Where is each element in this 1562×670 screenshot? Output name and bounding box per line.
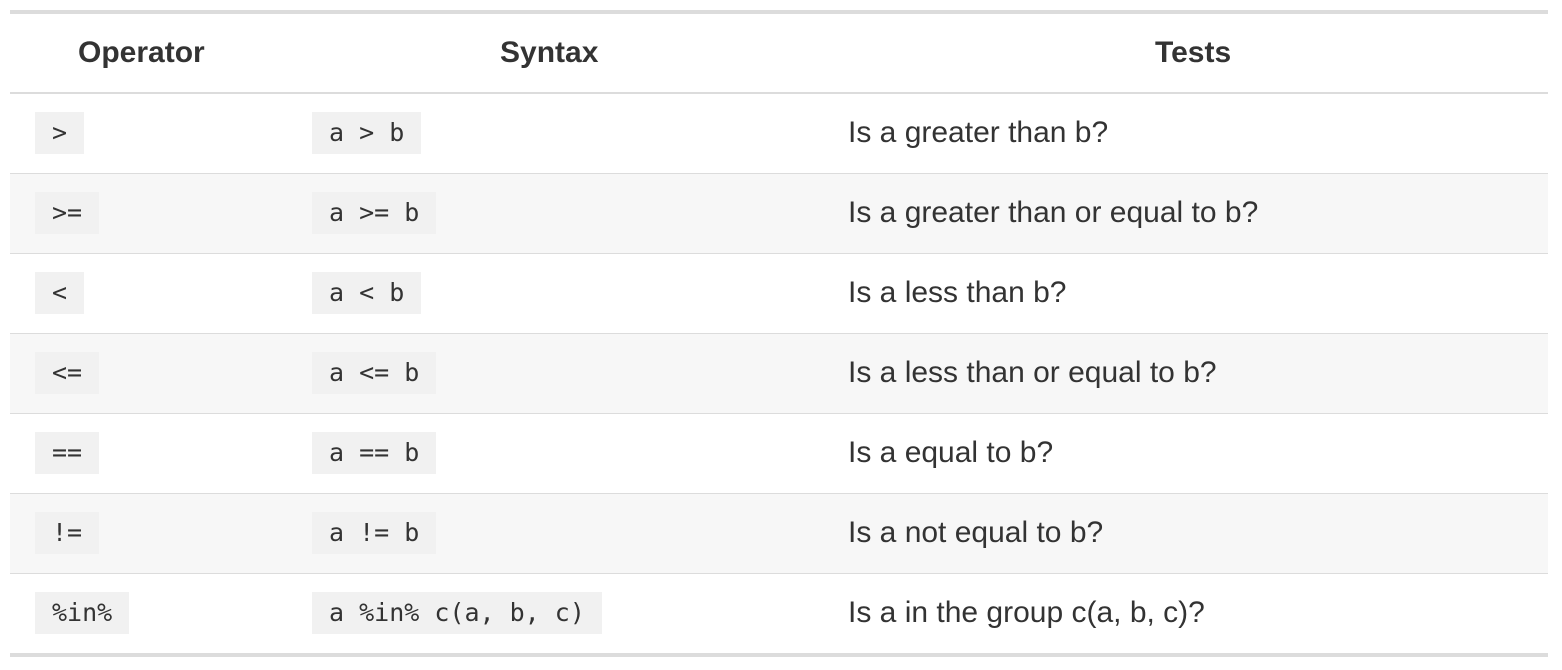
column-header-tests: Tests	[822, 14, 1548, 94]
tests-cell: Is a less than b?	[822, 252, 1548, 333]
syntax-cell: a > b	[287, 93, 822, 173]
operator-code: ==	[35, 432, 100, 474]
operator-code: >	[35, 112, 85, 155]
tests-cell: Is a in the group c(a, b, c)?	[822, 572, 1548, 653]
tests-cell: Is a not equal to b?	[822, 492, 1548, 573]
tests-cell: Is a less than or equal to b?	[822, 332, 1548, 413]
comparison-operators-table-container: Operator Syntax Tests > a > b Is a great…	[10, 10, 1548, 657]
syntax-code: a != b	[312, 512, 437, 554]
table-row: < a < b Is a less than b?	[10, 252, 1548, 333]
table-bottom-rule	[10, 653, 1548, 657]
operator-cell: ==	[10, 412, 287, 493]
column-header-syntax: Syntax	[287, 14, 822, 94]
operator-cell: <=	[10, 332, 287, 413]
column-header-operator: Operator	[10, 14, 287, 94]
operator-code: %in%	[35, 592, 130, 635]
table-row: %in% a %in% c(a, b, c) Is a in the group…	[10, 572, 1548, 653]
operator-cell: !=	[10, 492, 287, 573]
syntax-code: a > b	[312, 112, 422, 155]
comparison-operators-table: Operator Syntax Tests > a > b Is a great…	[10, 14, 1548, 653]
operator-cell: <	[10, 252, 287, 333]
syntax-cell: a == b	[287, 412, 822, 493]
operator-cell: >	[10, 93, 287, 173]
syntax-cell: a != b	[287, 492, 822, 573]
table-header-row: Operator Syntax Tests	[10, 14, 1548, 94]
syntax-code: a >= b	[312, 192, 437, 234]
syntax-code: a < b	[312, 272, 422, 314]
syntax-cell: a >= b	[287, 172, 822, 253]
operator-cell: >=	[10, 172, 287, 253]
operator-cell: %in%	[10, 572, 287, 653]
operator-code: >=	[35, 192, 100, 234]
syntax-cell: a < b	[287, 252, 822, 333]
operator-code: <=	[35, 352, 100, 394]
table-row: > a > b Is a greater than b?	[10, 93, 1548, 173]
syntax-code: a <= b	[312, 352, 437, 394]
tests-cell: Is a greater than b?	[848, 116, 1109, 150]
syntax-code: a %in% c(a, b, c)	[312, 592, 602, 635]
table-row: >= a >= b Is a greater than or equal to …	[10, 172, 1548, 253]
operator-code: !=	[35, 512, 100, 554]
table-row: == a == b Is a equal to b?	[10, 412, 1548, 493]
tests-cell: Is a greater than or equal to b?	[822, 172, 1548, 253]
syntax-code: a == b	[312, 432, 437, 474]
table-row: <= a <= b Is a less than or equal to b?	[10, 332, 1548, 413]
table-row: != a != b Is a not equal to b?	[10, 492, 1548, 573]
operator-code: <	[35, 272, 85, 314]
syntax-cell: a %in% c(a, b, c)	[287, 572, 822, 653]
syntax-cell: a <= b	[287, 332, 822, 413]
tests-cell: Is a equal to b?	[822, 412, 1548, 493]
